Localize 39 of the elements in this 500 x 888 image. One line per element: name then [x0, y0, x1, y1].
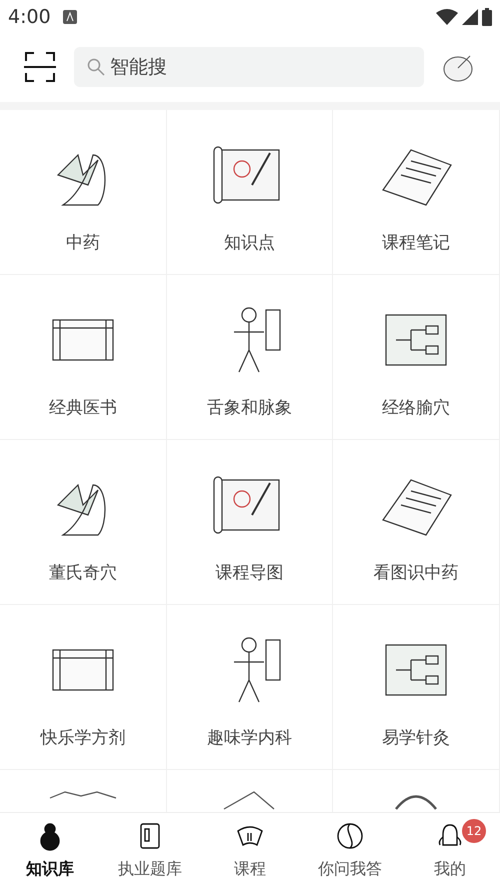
grid-tile[interactable]: 董氏奇穴: [0, 440, 167, 605]
signal-icon: [462, 9, 478, 25]
nav-tab[interactable]: 课程: [200, 813, 300, 888]
search-field[interactable]: 智能搜: [74, 47, 424, 87]
grid-tile[interactable]: 课程笔记: [333, 110, 500, 275]
grid-tile[interactable]: 易学针灸: [333, 605, 500, 770]
tile-label: 经络腧穴: [382, 397, 450, 420]
tile-label: 易学针灸: [382, 727, 450, 750]
grid-tile[interactable]: 趣味学内科: [166, 605, 334, 770]
tile-label: 舌象和脉象: [206, 397, 292, 420]
wifi-icon: [436, 9, 458, 25]
grid-tile[interactable]: 中药: [0, 110, 167, 275]
notification-icon: [62, 10, 77, 24]
tile-label: 课程笔记: [382, 232, 450, 256]
tile-label: 课程导图: [215, 562, 284, 586]
grid-tile[interactable]: 知识点: [166, 110, 334, 275]
tile-label: 中药: [66, 232, 100, 256]
tile-label: 快乐学方剂: [40, 727, 126, 750]
tile-label: 知识点: [224, 232, 275, 256]
grid-tile[interactable]: 经络腧穴: [333, 275, 500, 440]
tile-label: 趣味学内科: [206, 727, 292, 750]
battery-icon: [482, 8, 492, 26]
nav-tab[interactable]: 你问我答: [300, 813, 400, 888]
notification-badge: 12: [462, 819, 486, 843]
tile-label: 董氏奇穴: [48, 562, 117, 586]
tile-label: 看图识中药: [374, 562, 459, 586]
status-time: 4:00: [8, 4, 51, 30]
grid-tile[interactable]: 看图识中药: [333, 440, 500, 605]
tile-label: 经典医书: [48, 397, 117, 420]
grid-tile[interactable]: 经典医书: [0, 275, 167, 440]
grid-tile[interactable]: 舌象和脉象: [166, 275, 334, 440]
nav-tab[interactable]: 执业题库: [100, 813, 200, 888]
scan-icon[interactable]: [24, 51, 56, 83]
yin-yang-icon: [335, 820, 365, 850]
grid-tile[interactable]: 课程导图: [166, 440, 334, 605]
nav-tab[interactable]: 我的 12: [400, 813, 500, 888]
grid-tile[interactable]: 快乐学方剂: [0, 605, 167, 770]
search-icon: [87, 58, 105, 76]
nav-tab[interactable]: 知识库: [0, 813, 100, 888]
